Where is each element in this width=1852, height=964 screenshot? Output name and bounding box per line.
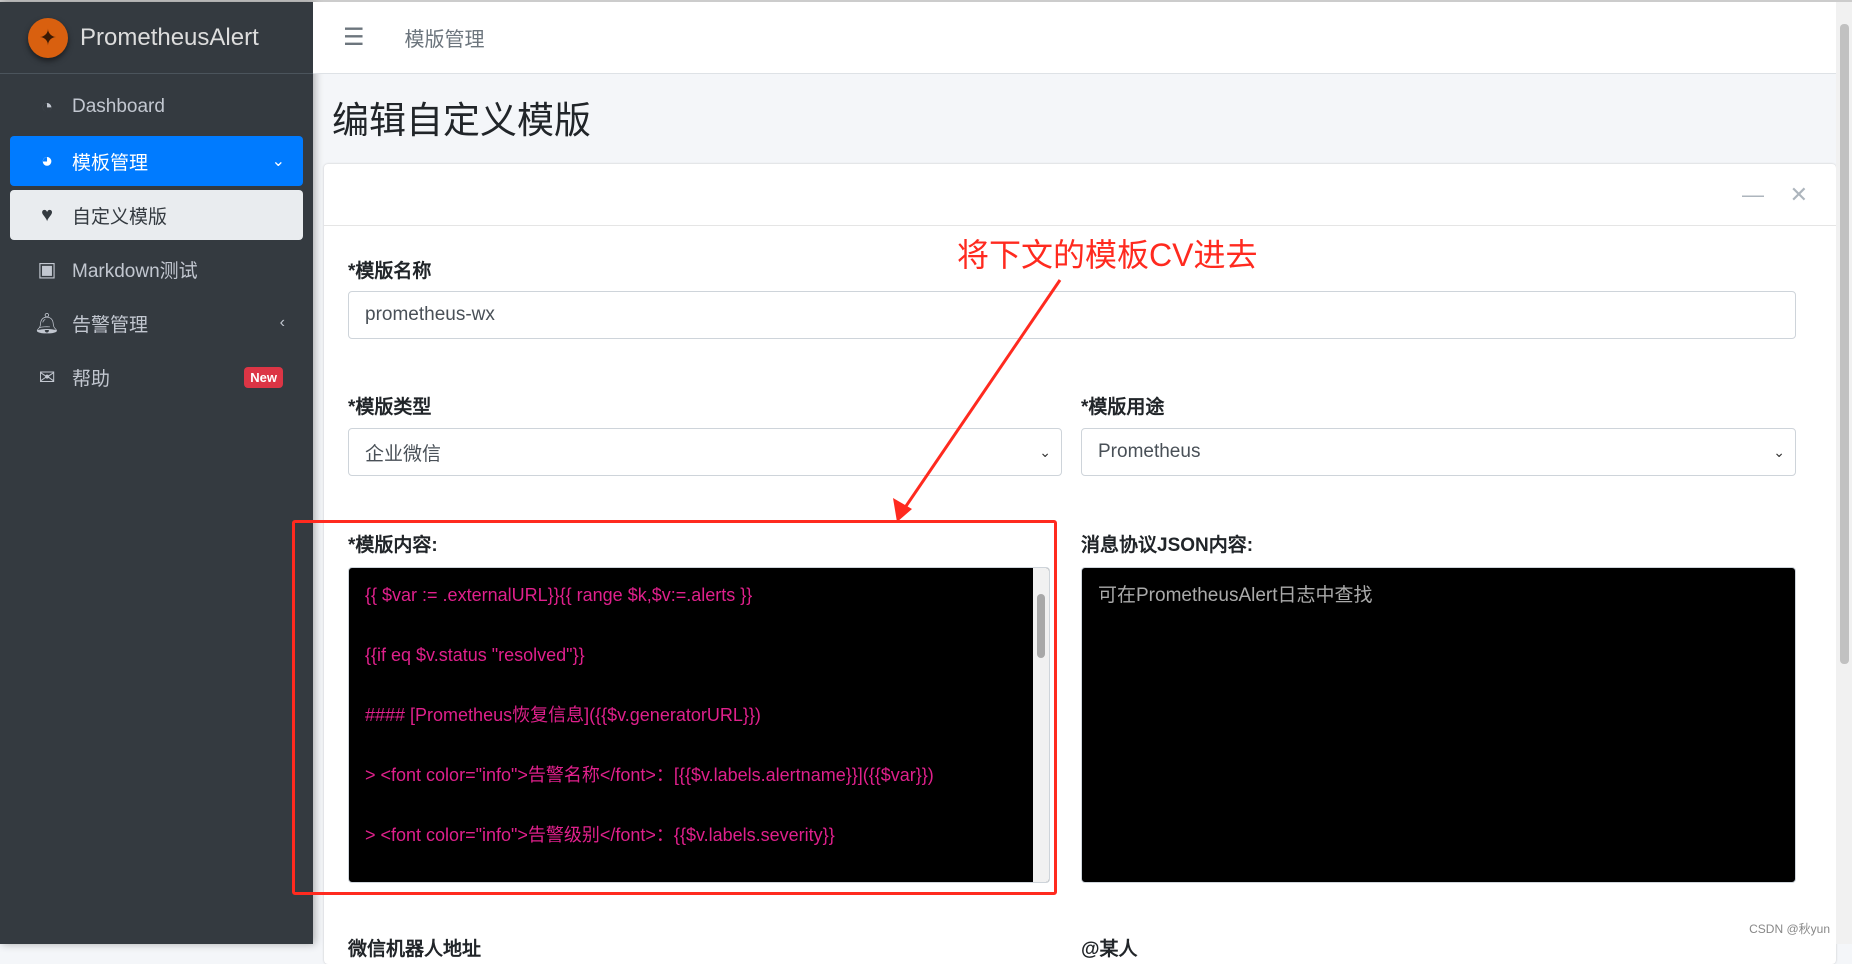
annotation-text: 将下文的模板CV进去 <box>957 237 1258 273</box>
watermark: CSDN @秋yun <box>1749 922 1830 936</box>
page-scrollbar[interactable] <box>1836 2 1852 944</box>
annotation-arrow <box>893 279 1062 522</box>
